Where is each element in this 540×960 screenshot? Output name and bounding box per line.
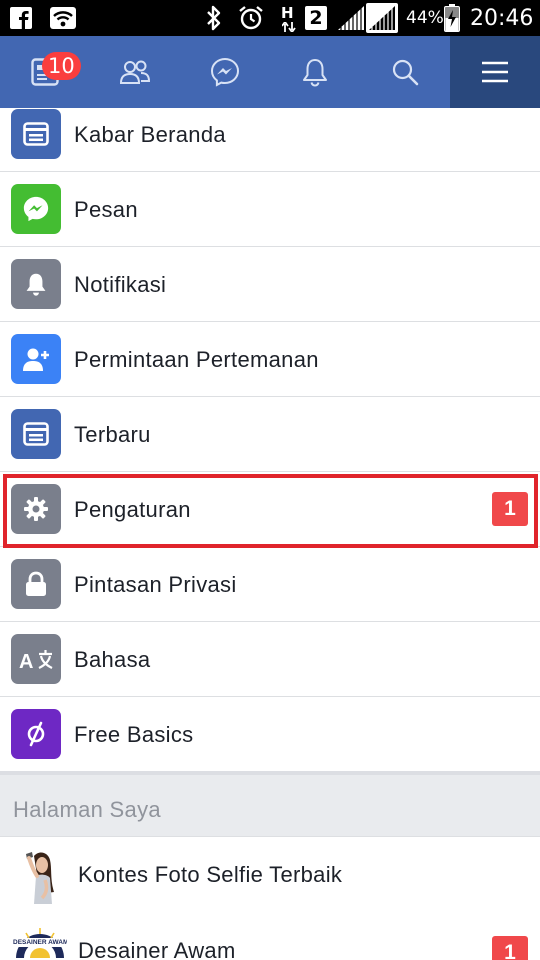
lock-icon xyxy=(11,559,61,609)
menu-item-language[interactable]: A Bahasa xyxy=(0,622,540,697)
menu-item-settings[interactable]: Pengaturan 1 xyxy=(0,472,540,547)
menu-item-label: Notifikasi xyxy=(74,272,167,297)
menu-item-privacy-shortcuts[interactable]: Pintasan Privasi xyxy=(0,547,540,622)
menu-item-label: Pesan xyxy=(74,197,138,222)
logo-text: DESAINER AWAM xyxy=(13,939,67,946)
menu-item-friend-requests[interactable]: Permintaan Pertemanan xyxy=(0,322,540,397)
svg-text:A: A xyxy=(19,651,33,671)
menu-item-label: Kabar Beranda xyxy=(74,122,226,147)
free-basics-icon xyxy=(11,709,61,759)
tab-menu[interactable] xyxy=(450,36,540,108)
menu-item-notifications[interactable]: Notifikasi xyxy=(0,247,540,322)
bell-icon xyxy=(11,259,61,309)
hamburger-menu-icon xyxy=(482,61,508,83)
tab-news-feed[interactable]: 10 xyxy=(0,36,90,108)
news-feed-icon xyxy=(11,109,61,159)
wifi-icon xyxy=(50,0,76,36)
menu-item-news-feed[interactable]: Kabar Beranda xyxy=(0,108,540,172)
alarm-clock-icon xyxy=(238,0,264,36)
signal-strength-sim2-icon xyxy=(366,0,398,36)
menu-item-most-recent[interactable]: Terbaru xyxy=(0,397,540,472)
section-title: Halaman Saya xyxy=(13,797,161,822)
top-navigation-bar: 10 xyxy=(0,36,540,108)
bluetooth-icon xyxy=(205,0,223,36)
menu-item-messages[interactable]: Pesan xyxy=(0,172,540,247)
network-type-indicator: H xyxy=(280,0,298,36)
battery-percent-wrap: 44% xyxy=(406,0,444,36)
menu-item-label: Pengaturan xyxy=(74,497,191,522)
menu-item-label: Permintaan Pertemanan xyxy=(74,347,319,372)
menu-item-label: Terbaru xyxy=(74,422,151,447)
desainer-awam-logo: DESAINER AWAM xyxy=(12,924,68,960)
messenger-icon xyxy=(11,184,61,234)
news-feed-icon xyxy=(11,409,61,459)
battery-percent: 44% xyxy=(406,8,444,28)
sim-slot-label: 2 xyxy=(309,7,323,29)
page-item-desainer-awam[interactable]: DESAINER AWAM Desainer Awam 1 xyxy=(0,914,540,960)
page-item-label: Kontes Foto Selfie Terbaik xyxy=(78,862,343,887)
messenger-icon xyxy=(210,57,240,87)
signal-strength-icon xyxy=(338,0,364,36)
clock-wrap: 20:46 xyxy=(470,0,533,36)
sim-slot-indicator: 2 xyxy=(305,0,327,36)
tab-search[interactable] xyxy=(360,36,450,108)
page-count-badge: 1 xyxy=(492,936,528,960)
menu-item-label: Bahasa xyxy=(74,647,151,672)
data-arrows-icon xyxy=(282,22,296,32)
battery-charging-icon xyxy=(444,0,460,36)
my-pages-section-header: Halaman Saya xyxy=(0,775,540,837)
selfie-woman-thumbnail xyxy=(12,848,68,904)
news-feed-badge: 10 xyxy=(42,52,81,80)
page-item-selfie-contest[interactable]: Kontes Foto Selfie Terbaik xyxy=(0,838,540,915)
tab-friend-requests[interactable] xyxy=(90,36,180,108)
status-bar: H 2 44% 20:46 xyxy=(0,0,540,36)
bell-icon xyxy=(303,59,327,87)
gear-icon xyxy=(11,484,61,534)
friends-icon xyxy=(119,60,151,84)
menu-item-label: Free Basics xyxy=(74,722,194,747)
add-friend-icon xyxy=(11,334,61,384)
bookmarks-menu: Kabar Beranda Pesan Notifikasi Permintaa… xyxy=(0,108,540,772)
tab-notifications[interactable] xyxy=(270,36,360,108)
facebook-notification-icon xyxy=(10,0,32,36)
clock-time: 20:46 xyxy=(470,5,534,31)
search-icon xyxy=(392,59,419,86)
menu-item-free-basics[interactable]: Free Basics xyxy=(0,697,540,772)
page-item-label: Desainer Awam xyxy=(78,938,236,960)
translate-icon: A xyxy=(11,634,61,684)
menu-item-label: Pintasan Privasi xyxy=(74,572,237,597)
tab-messenger[interactable] xyxy=(180,36,270,108)
network-type-label: H xyxy=(281,4,294,22)
settings-count-badge: 1 xyxy=(492,492,528,526)
